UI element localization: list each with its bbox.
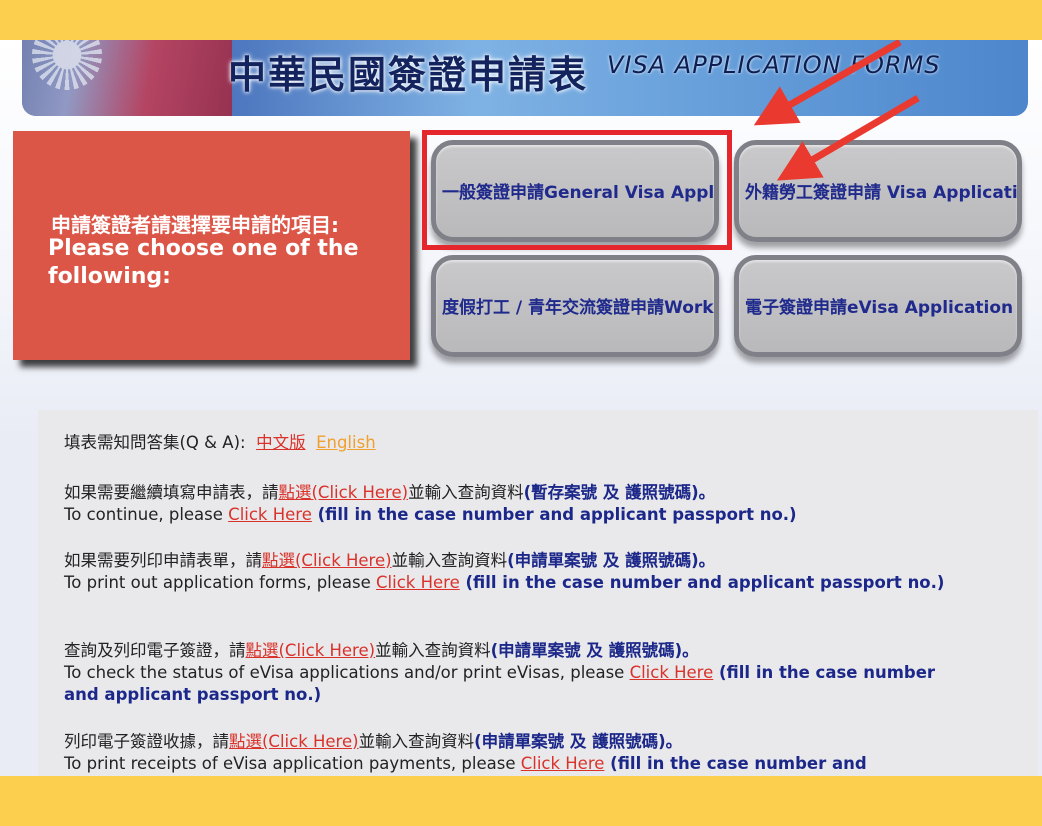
banner-title-en: VISA APPLICATION FORMS [607, 51, 941, 79]
section-text: 查詢及列印電子簽證，請 [64, 641, 246, 660]
section-text: 並輸入查詢資料 [358, 732, 475, 751]
flag-graphic [22, 40, 232, 116]
section-text: To check the status of eVisa application… [64, 663, 630, 682]
working-holiday-visa-button[interactable]: 度假打工 / 青年交流簽證申請Working Holiday Visa [431, 255, 719, 357]
qa-english-link[interactable]: English [316, 433, 376, 452]
section-bold-text: (fill in the case number and applicant p… [311, 505, 797, 524]
visa-application-page: 中華民國簽證申請表 VISA APPLICATION FORMS 申請簽證者請選… [0, 40, 1042, 776]
section-text: 列印電子簽證收據，請 [64, 732, 229, 751]
section-bold-text: (暫存案號 及 護照號碼)。 [523, 483, 716, 502]
evisa-status-zh-link[interactable]: 點選(Click Here) [246, 641, 376, 660]
general-visa-label: 一般簽證申請General Visa Application [442, 183, 719, 203]
section-text: 並輸入查詢資料 [408, 483, 524, 502]
instruction-text-zh: 申請簽證者請選擇要申請的項目: [51, 213, 339, 237]
section-bold-text: (申請單案號 及 護照號碼)。 [474, 732, 683, 751]
qa-line: 填表需知問答集(Q & A): 中文版 English [64, 432, 376, 454]
continue-section: 如果需要繼續填寫申請表，請點選(Click Here)並輸入查詢資料(暫存案號 … [64, 482, 1014, 526]
header-banner: 中華民國簽證申請表 VISA APPLICATION FORMS [22, 40, 1028, 116]
section-bold-text: (申請單案號 及 護照號碼)。 [490, 641, 699, 660]
continue-zh-link[interactable]: 點選(Click Here) [279, 483, 409, 502]
evisa-status-link[interactable]: Click Here [630, 663, 714, 682]
info-panel: 填表需知問答集(Q & A): 中文版 English 如果需要繼續填寫申請表，… [38, 410, 1038, 776]
migrant-worker-visa-button[interactable]: 外籍勞工簽證申請 Visa Application for Migrant Wo… [734, 140, 1022, 242]
evisa-receipt-zh-link[interactable]: 點選(Click Here) [229, 732, 359, 751]
section-text: 如果需要列印申請表單，請 [64, 551, 262, 570]
working-holiday-visa-label: 度假打工 / 青年交流簽證申請Working Holiday Visa [442, 298, 719, 318]
section-text: 並輸入查詢資料 [391, 551, 508, 570]
general-visa-button[interactable]: 一般簽證申請General Visa Application [431, 140, 719, 242]
section-text: To continue, please [64, 505, 229, 524]
migrant-worker-visa-label: 外籍勞工簽證申請 Visa Application for Migrant Wo… [745, 183, 1018, 203]
print-forms-zh-link[interactable]: 點選(Click Here) [262, 551, 392, 570]
print-forms-section: 如果需要列印申請表單，請點選(Click Here)並輸入查詢資料(申請單案號 … [64, 550, 989, 594]
qa-label: 填表需知問答集(Q & A): [64, 433, 246, 452]
evisa-receipt-section: 列印電子簽證收據，請點選(Click Here)並輸入查詢資料(申請單案號 及 … [64, 731, 1014, 775]
evisa-status-section: 查詢及列印電子簽證，請點選(Click Here)並輸入查詢資料(申請單案號 及… [64, 640, 959, 706]
section-text: To print out application forms, please [64, 573, 377, 592]
evisa-application-label: 電子簽證申請eVisa Application [745, 298, 1014, 318]
qa-chinese-link[interactable]: 中文版 [256, 433, 306, 452]
section-text: 並輸入查詢資料 [375, 641, 491, 660]
instruction-text-en: Please choose one of the following: [48, 236, 359, 289]
evisa-application-button[interactable]: 電子簽證申請eVisa Application [734, 255, 1022, 357]
section-bold-text: (fill in the case number and applicant p… [459, 573, 945, 592]
section-bold-text: (fill in the case number and [604, 754, 867, 773]
evisa-receipt-link[interactable]: Click Here [521, 754, 605, 773]
continue-link[interactable]: Click Here [228, 505, 312, 524]
instruction-panel: 申請簽證者請選擇要申請的項目: Please choose one of the… [13, 131, 410, 360]
section-text: 如果需要繼續填寫申請表，請 [64, 483, 279, 502]
print-forms-link[interactable]: Click Here [376, 573, 460, 592]
section-text: To print receipts of eVisa application p… [64, 754, 521, 773]
section-bold-text: (申請單案號 及 護照號碼)。 [507, 551, 716, 570]
banner-title-zh: 中華民國簽證申請表 [228, 52, 589, 97]
